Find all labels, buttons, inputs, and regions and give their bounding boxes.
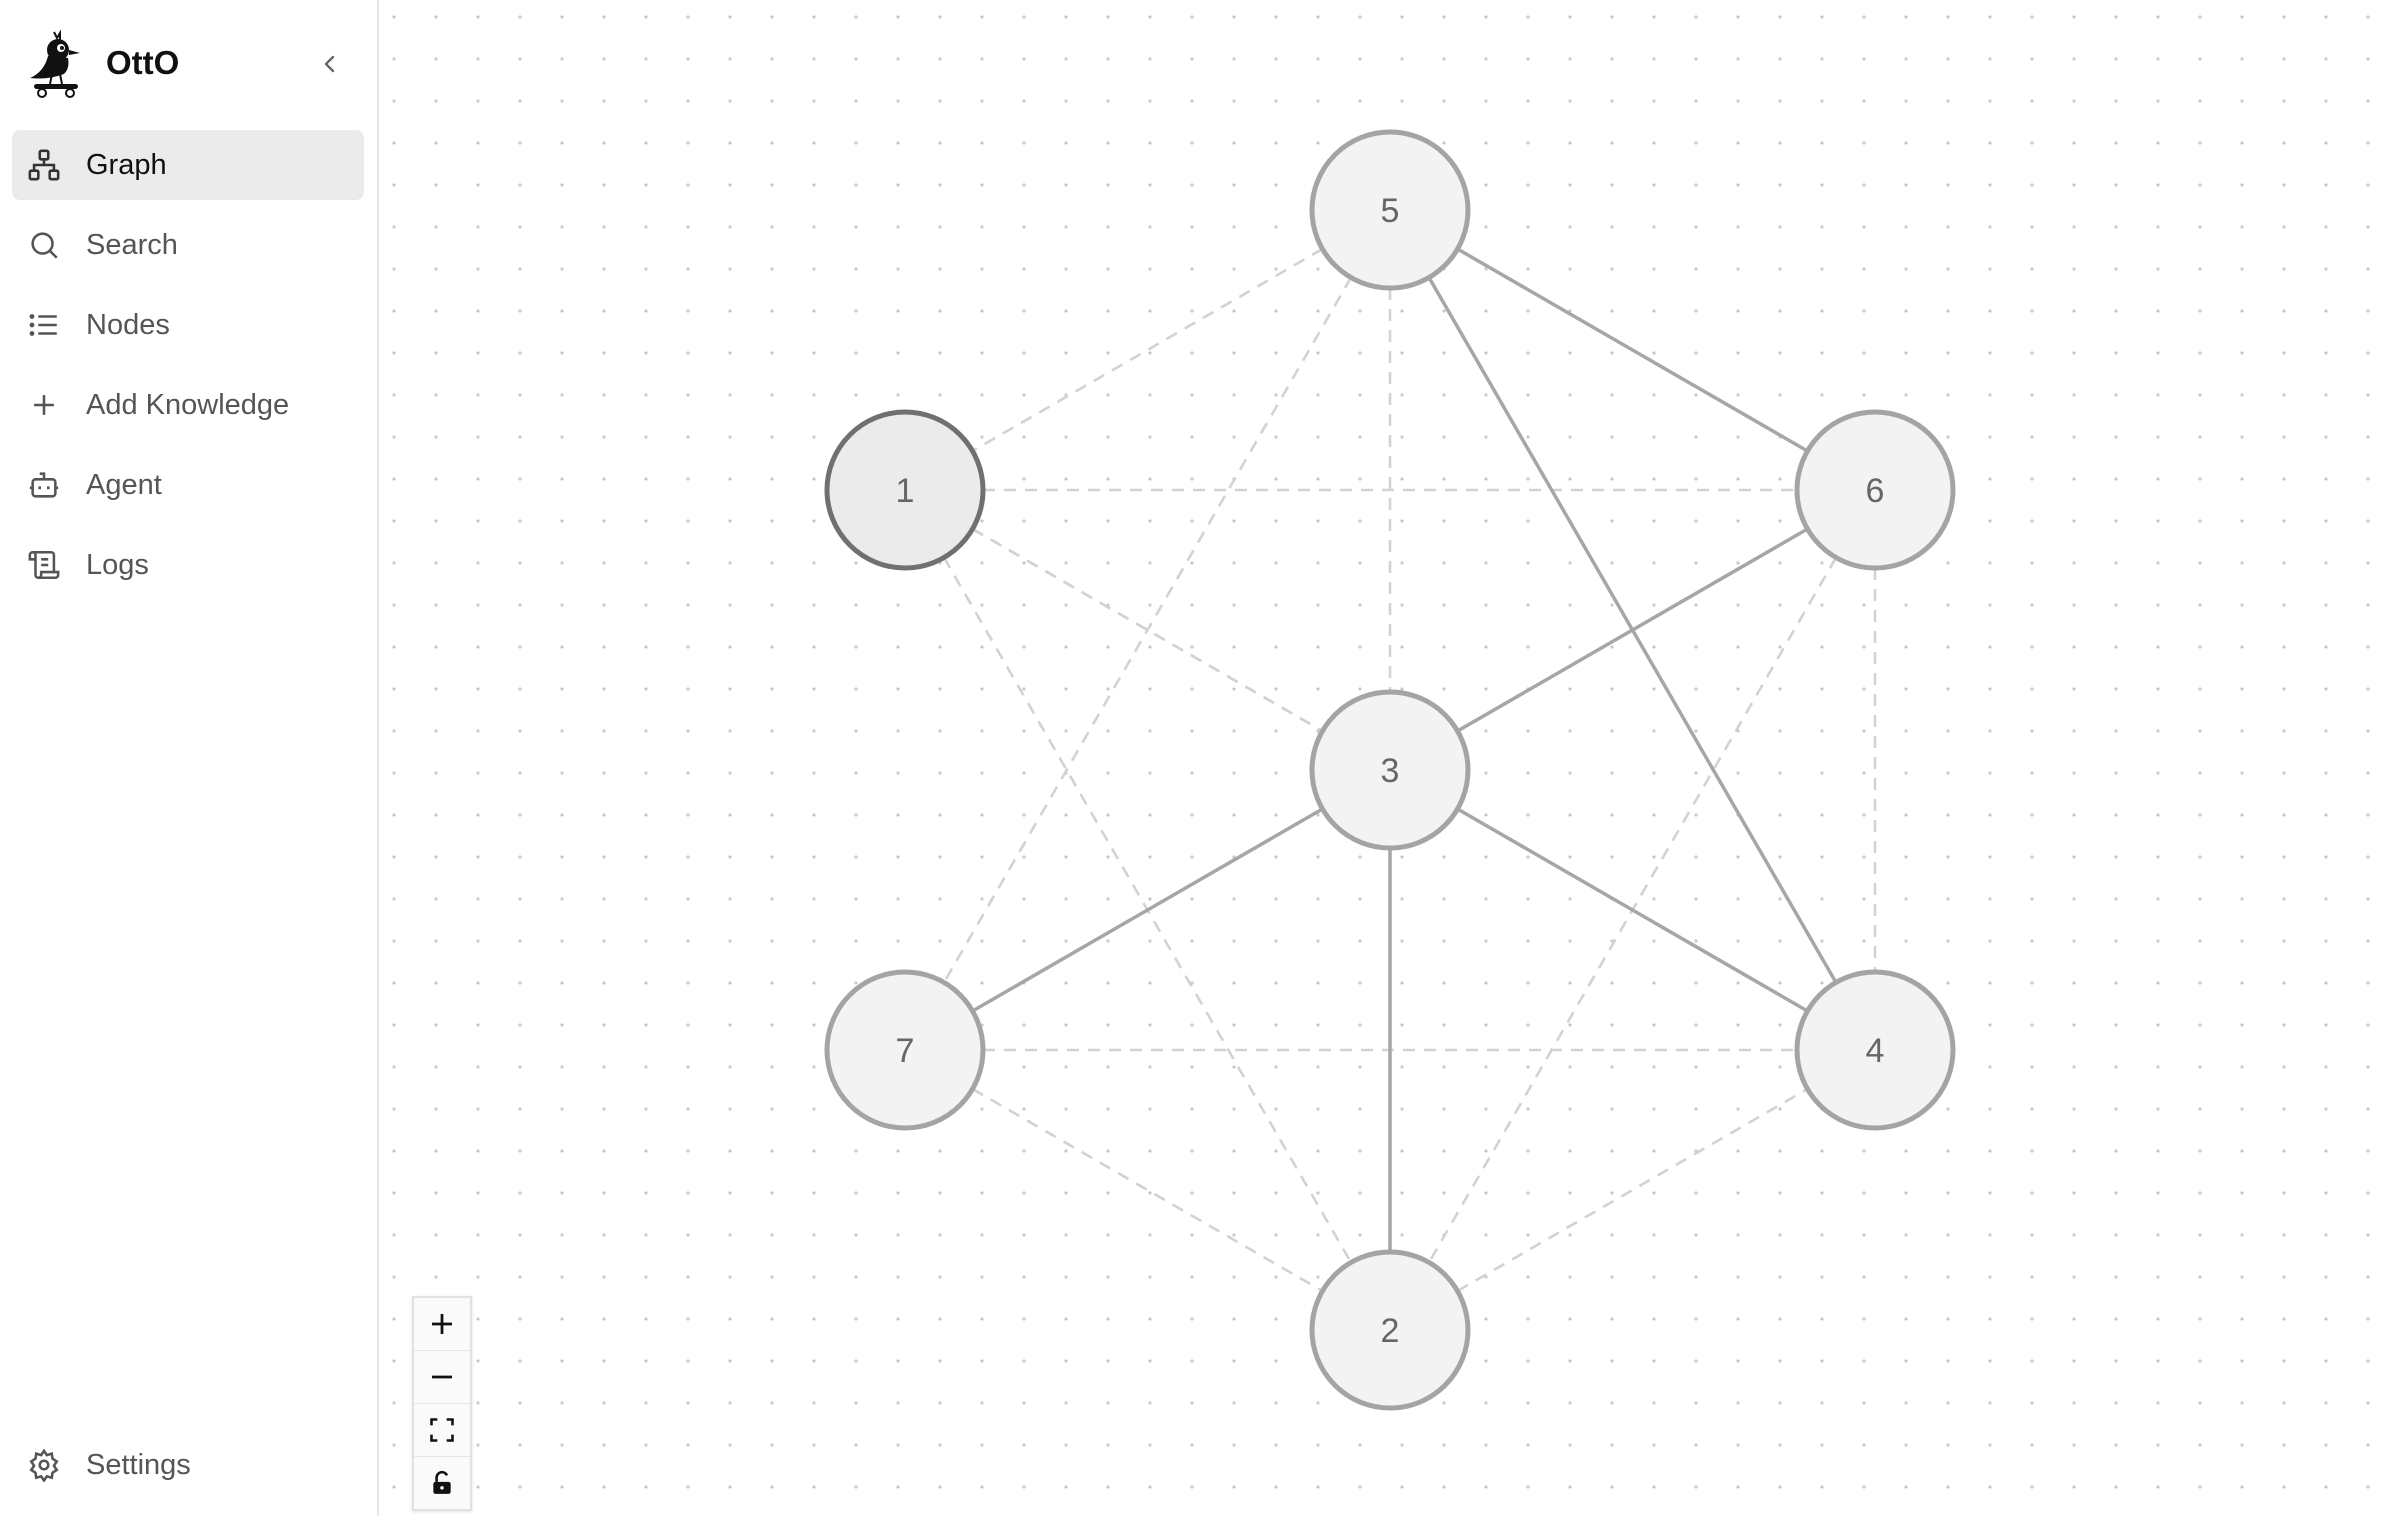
- collapse-sidebar-button[interactable]: [310, 44, 350, 84]
- graph-node-7[interactable]: 7: [824, 969, 986, 1131]
- sidebar-item-label: Logs: [86, 548, 149, 581]
- sidebar-item-label: Agent: [86, 468, 162, 501]
- graph-node-5[interactable]: 5: [1309, 129, 1471, 291]
- sidebar-item-settings[interactable]: Settings: [12, 1430, 364, 1500]
- chevron-left-icon: [324, 55, 335, 73]
- edge-2-4: [1456, 1087, 1809, 1293]
- graph-node-1[interactable]: 1: [824, 409, 986, 571]
- edge-5-1: [971, 247, 1324, 453]
- fit-view-button[interactable]: [414, 1404, 470, 1457]
- sidebar-item-graph[interactable]: Graph: [12, 130, 364, 200]
- graph-node-4[interactable]: 4: [1794, 969, 1956, 1131]
- gear-icon: [26, 1447, 62, 1483]
- node-label: 6: [1866, 472, 1885, 510]
- scroll-icon: [26, 547, 62, 583]
- node-label: 1: [896, 472, 915, 510]
- sidebar-item-label: Graph: [86, 148, 167, 181]
- sidebar-item-label: Search: [86, 228, 178, 261]
- app-root: OttO Graph Search Nodes Add Knowledge Ag…: [0, 0, 2382, 1516]
- node-label: 3: [1381, 752, 1400, 790]
- node-label: 4: [1866, 1032, 1885, 1070]
- app-name: OttO: [106, 44, 180, 81]
- otto-bird-logo: [30, 29, 80, 98]
- node-label: 2: [1381, 1312, 1400, 1350]
- sidebar-item-label: Nodes: [86, 308, 170, 341]
- minus-icon: [432, 1375, 452, 1379]
- lock-button[interactable]: [414, 1457, 470, 1509]
- search-icon: [26, 227, 62, 263]
- graph-node-2[interactable]: 2: [1309, 1249, 1471, 1411]
- graph-node-6[interactable]: 6: [1794, 409, 1956, 571]
- sidebar-item-add-knowledge[interactable]: Add Knowledge: [12, 370, 364, 440]
- graph-icon: [26, 147, 62, 183]
- zoom-in-button[interactable]: [414, 1298, 470, 1351]
- sidebar-item-search[interactable]: Search: [12, 210, 364, 280]
- plus-icon: [432, 1314, 452, 1334]
- graph-svg: 1 2 3 4 5 6 7: [824, 129, 1956, 1411]
- graph-node-3[interactable]: 3: [1309, 689, 1471, 851]
- list-icon: [26, 307, 62, 343]
- fit-view-icon: [430, 1418, 454, 1442]
- zoom-out-button[interactable]: [414, 1351, 470, 1404]
- sidebar-item-label: Add Knowledge: [86, 388, 290, 421]
- node-label: 5: [1381, 192, 1400, 230]
- plus-icon: [26, 387, 62, 423]
- lock-icon: [433, 1470, 451, 1494]
- sidebar-item-nodes[interactable]: Nodes: [12, 290, 364, 360]
- edge-5-7: [942, 276, 1353, 984]
- sidebar: OttO Graph Search Nodes Add Knowledge Ag…: [0, 0, 379, 1516]
- node-label: 7: [896, 1032, 915, 1070]
- sidebar-item-agent[interactable]: Agent: [12, 450, 364, 520]
- bot-icon: [26, 467, 62, 503]
- brand: OttO: [24, 28, 179, 98]
- zoom-controls: [412, 1296, 472, 1511]
- settings-label: Settings: [86, 1448, 191, 1481]
- edge-7-2: [971, 1087, 1324, 1293]
- sidebar-nav: Graph Search Nodes Add Knowledge Agent L…: [12, 130, 364, 610]
- graph-canvas[interactable]: 1 2 3 4 5 6 7: [380, 0, 2382, 1516]
- sidebar-item-logs[interactable]: Logs: [12, 530, 364, 600]
